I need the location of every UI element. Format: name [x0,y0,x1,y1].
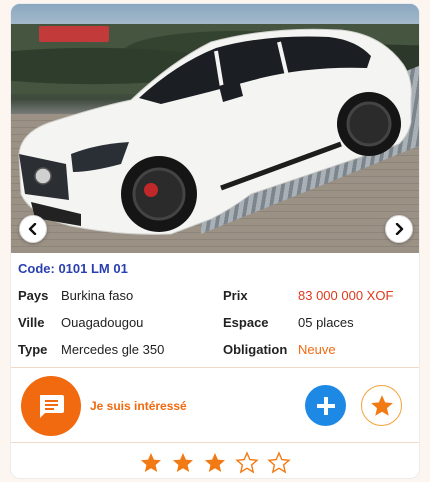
type-label: Type [18,342,48,357]
ville-label: Ville [18,315,45,330]
star-filled-icon[interactable] [171,451,195,475]
chat-icon [40,395,64,418]
add-button[interactable] [305,385,346,426]
star-filled-icon[interactable] [203,451,227,475]
obligation-label: Obligation [223,342,288,357]
prix-value: 83 000 000 XOF [298,288,394,303]
chevron-right-icon [395,223,404,235]
divider-top [11,367,419,368]
star-empty-icon[interactable] [235,451,259,475]
divider-bottom [11,442,419,443]
favorite-button[interactable] [361,385,402,426]
espace-value: 05 places [298,315,354,330]
chat-button[interactable] [21,376,81,436]
interested-label[interactable]: Je suis intéressé [90,399,187,413]
listing-card: Code: 0101 LM 01 Pays Burkina faso Ville… [10,3,420,479]
plus-icon [316,396,335,415]
obligation-value: Neuve [298,342,336,357]
car-photo[interactable] [11,4,419,253]
listing-code: Code: 0101 LM 01 [18,261,128,276]
chevron-left-icon [28,223,37,235]
rating-stars[interactable] [139,451,291,477]
type-value: Mercedes gle 350 [61,342,165,357]
car-illustration [18,28,412,235]
prix-label: Prix [223,288,248,303]
star-icon [370,394,393,416]
previous-photo-button[interactable] [19,215,47,243]
star-empty-icon[interactable] [267,451,291,475]
pays-value: Burkina faso [61,288,134,303]
ville-value: Ouagadougou [61,315,144,330]
star-filled-icon[interactable] [139,451,163,475]
espace-label: Espace [223,315,269,330]
pays-label: Pays [18,288,49,303]
next-photo-button[interactable] [385,215,413,243]
